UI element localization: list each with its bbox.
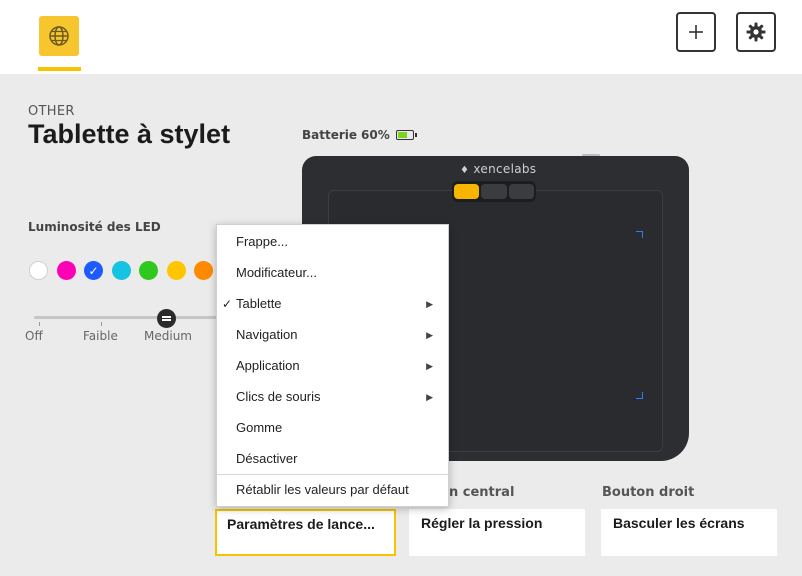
led-brightness-label: Luminosité des LED	[28, 220, 161, 234]
led-color-swatches: ✓	[29, 261, 213, 280]
menu-item[interactable]: Clics de souris ▶	[217, 382, 448, 412]
active-area-corner-top	[636, 231, 643, 238]
slider-label-off: Off	[25, 329, 43, 343]
add-button[interactable]	[676, 12, 716, 52]
battery-label: Batterie	[302, 128, 358, 142]
right-button-card[interactable]: Basculer les écrans	[601, 509, 777, 556]
menu-item-label: Frappe...	[236, 234, 289, 249]
submenu-arrow-icon: ▶	[426, 361, 433, 371]
battery-status: Batterie 60%	[302, 128, 417, 142]
menu-item-label: Désactiver	[236, 451, 298, 466]
tablet-brand: ♦ xencelabs	[460, 162, 537, 176]
top-bar	[0, 0, 802, 74]
battery-percent: 60%	[361, 128, 390, 142]
active-area-corner-bottom	[636, 392, 643, 399]
check-icon: ✓	[88, 263, 99, 278]
right-button-heading: Bouton droit	[602, 485, 695, 500]
globe-icon	[49, 26, 69, 46]
led-color-swatch[interactable]	[111, 261, 131, 280]
slider-label-faible: Faible	[83, 329, 118, 343]
device-category: OTHER	[28, 104, 75, 119]
menu-item[interactable]: Modificateur...	[217, 258, 448, 288]
menu-item[interactable]: Navigation ▶	[217, 320, 448, 350]
led-brightness-slider[interactable]	[34, 316, 224, 319]
tablet-express-keys	[452, 181, 536, 202]
led-color-swatch[interactable]	[139, 261, 158, 280]
menu-item-label: Modificateur...	[236, 265, 317, 280]
submenu-arrow-icon: ▶	[426, 392, 433, 402]
globe-tab[interactable]	[39, 16, 79, 56]
button-function-menu: Rétablir les valeurs par défaut Frappe..…	[216, 224, 449, 507]
menu-item-reset[interactable]: Rétablir les valeurs par défaut	[217, 475, 448, 505]
gear-icon	[746, 22, 766, 42]
left-button-value: Paramètres de lance...	[227, 516, 375, 532]
submenu-arrow-icon: ▶	[426, 299, 433, 309]
menu-item[interactable]: Désactiver	[217, 444, 448, 474]
express-key-1[interactable]	[454, 184, 480, 199]
plus-icon	[689, 25, 703, 39]
menu-item-label: Navigation	[236, 327, 298, 342]
battery-icon	[395, 130, 417, 140]
menu-item[interactable]: Gomme	[217, 413, 448, 443]
menu-item-label: Tablette	[236, 296, 282, 311]
slider-tick	[101, 322, 102, 326]
check-icon: ✓	[222, 297, 233, 311]
middle-button-heading: n central	[449, 485, 515, 500]
brand-logo-icon: ♦	[460, 165, 470, 176]
led-color-swatch[interactable]	[166, 261, 186, 280]
left-button-card[interactable]: Paramètres de lance...	[215, 509, 396, 556]
settings-button[interactable]	[736, 12, 776, 52]
middle-button-value: Régler la pression	[421, 515, 543, 531]
active-tab-indicator	[38, 67, 81, 71]
slider-thumb[interactable]	[157, 309, 176, 328]
right-button-value: Basculer les écrans	[613, 515, 745, 531]
led-color-swatch[interactable]	[194, 261, 213, 280]
submenu-arrow-icon: ▶	[426, 330, 433, 340]
menu-item[interactable]: Frappe...	[217, 227, 448, 257]
led-color-swatch[interactable]	[56, 261, 76, 280]
page-title: Tablette à stylet	[28, 119, 231, 149]
menu-item-label: Application	[236, 358, 300, 373]
slider-tick	[39, 322, 40, 326]
middle-button-card[interactable]: Régler la pression	[409, 509, 585, 556]
led-color-swatch[interactable]	[29, 261, 48, 280]
express-key-2[interactable]	[481, 184, 507, 199]
menu-item[interactable]: ✓ Tablette ▶	[217, 289, 448, 319]
express-key-3[interactable]	[508, 184, 534, 199]
slider-label-medium: Medium	[144, 329, 192, 343]
menu-item-label: Gomme	[236, 420, 283, 435]
battery-fill	[397, 132, 408, 138]
menu-item[interactable]: Application ▶	[217, 351, 448, 381]
led-color-swatch[interactable]: ✓	[84, 261, 103, 280]
menu-item-label: Clics de souris	[236, 389, 321, 404]
